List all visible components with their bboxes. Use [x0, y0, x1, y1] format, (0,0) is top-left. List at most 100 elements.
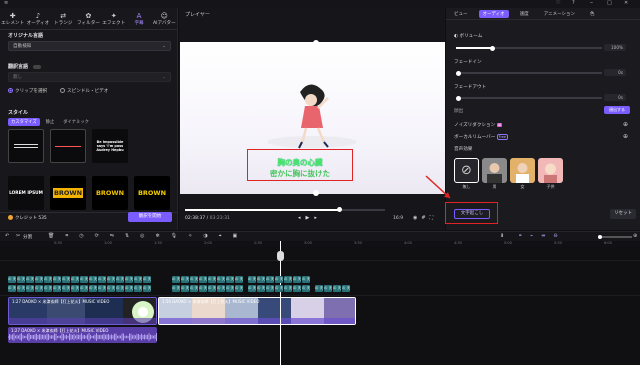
subtitle-segment[interactable]: の 天 胸 — [8, 285, 16, 292]
tab-elements[interactable]: ✚ エレメント — [0, 8, 25, 29]
canvas-handle-top[interactable] — [313, 40, 319, 46]
translation-toggle[interactable] — [32, 64, 41, 69]
style-tile-brown-1[interactable]: BROWN — [50, 176, 86, 210]
close-icon[interactable]: ✕ — [624, 0, 628, 6]
subtitle-segment[interactable]: の 天 胸 — [8, 276, 16, 283]
fade-in-value[interactable]: 0s — [604, 69, 626, 76]
playback-knob[interactable] — [336, 207, 342, 212]
style-tab-dynamic[interactable]: ダイナミック — [60, 118, 92, 126]
snap-icon[interactable]: ⌁ — [530, 233, 541, 239]
style-tile-lorem[interactable]: LOREM IPSUM — [8, 176, 44, 210]
subtitle-segment[interactable]: の 天 胸 — [235, 276, 243, 283]
flip-icon[interactable]: ⇋ — [110, 233, 125, 239]
volume-value[interactable]: 100% — [604, 44, 626, 51]
subtitle-segment[interactable]: の 天 胸 — [226, 285, 234, 292]
maximize-icon[interactable]: □ — [607, 0, 612, 6]
tab-animation[interactable]: アニメーション — [540, 10, 579, 18]
mirror-icon[interactable]: ⇅ — [125, 233, 140, 239]
subtitle-segment[interactable]: の 天 胸 — [293, 285, 301, 292]
subtitle-segment[interactable]: の 天 胸 — [89, 276, 97, 283]
style-tile-brown-2[interactable]: BROWN — [92, 176, 128, 210]
subtitle-segment[interactable]: の 天 胸 — [53, 285, 61, 292]
subtitle-segment[interactable]: の 天 胸 — [208, 285, 216, 292]
video-clip-1[interactable]: 1:27 DAOKO × 米津玄師【打上花火】MUSIC VIDEO — [8, 297, 157, 325]
subtitle-segment[interactable]: の 天 胸 — [266, 276, 274, 283]
subtitle-segment[interactable]: の 天 胸 — [248, 285, 256, 292]
subtitle-segment[interactable]: の 天 胸 — [98, 285, 106, 292]
next-frame-icon[interactable]: ▸ — [314, 215, 322, 221]
reset-button[interactable]: リセット — [610, 209, 636, 219]
subtitle-segment[interactable]: の 天 胸 — [116, 285, 124, 292]
style-tab-static[interactable]: 静止 — [43, 118, 58, 126]
slider-knob[interactable] — [490, 45, 495, 51]
subtitle-segment[interactable]: の 天 胸 — [44, 276, 52, 283]
fade-out-value[interactable]: 0s — [604, 94, 626, 101]
subtitle-segment[interactable]: の 天 胸 — [235, 285, 243, 292]
subtitle-segment[interactable]: の 天 胸 — [257, 276, 265, 283]
add-noise-icon[interactable]: ⊕ — [623, 121, 628, 128]
subtitle-segment[interactable]: の 天 胸 — [284, 285, 292, 292]
subtitle-segment[interactable]: の 天 胸 — [17, 285, 25, 292]
style-tab-custom[interactable]: カスタマイズ — [8, 118, 40, 126]
subtitle-segment[interactable]: の 天 胸 — [125, 285, 133, 292]
subtitle-segment[interactable]: の 天 胸 — [107, 276, 115, 283]
tab-filters[interactable]: ✿ フィルター — [76, 8, 101, 29]
tab-ai-avatar[interactable]: ☺ AIアバター — [152, 8, 177, 29]
subtitle-segment[interactable]: の 天 胸 — [302, 285, 310, 292]
split-icon[interactable]: ✂ — [16, 233, 20, 239]
freeze-icon[interactable]: ❄ — [156, 233, 171, 239]
undo-icon[interactable]: ↶ — [5, 233, 9, 239]
subtitle-segment[interactable]: の 天 胸 — [266, 285, 274, 292]
subtitle-segment[interactable]: の 天 胸 — [98, 276, 106, 283]
voice-female[interactable] — [510, 158, 535, 183]
tab-subtitles[interactable]: A 字幕 — [126, 8, 151, 29]
tab-audio-props[interactable]: オーディオ — [478, 9, 509, 18]
add-vocal-icon[interactable]: ⊕ — [623, 133, 628, 140]
subtitle-segment[interactable]: の 天 胸 — [190, 285, 198, 292]
color-icon[interactable]: ◑ — [203, 233, 218, 239]
subtitle-segment[interactable]: の 天 胸 — [89, 285, 97, 292]
ai-icon[interactable]: ✧ — [188, 233, 203, 239]
subtitle-segment[interactable]: の 天 胸 — [275, 285, 283, 292]
grid-icon[interactable]: # — [421, 215, 429, 221]
subtitle-segment[interactable]: の 天 胸 — [80, 276, 88, 283]
subtitle-segment[interactable]: の 天 胸 — [248, 276, 256, 283]
speed-icon[interactable]: ◷ — [79, 233, 94, 239]
ripple-icon[interactable]: ⇹ — [541, 233, 553, 239]
video-clip-2[interactable]: 1:56 DAOKO × 米津玄師【打上花火】MUSIC VIDEO — [158, 297, 356, 325]
style-tile-lines[interactable] — [50, 129, 86, 163]
radio-speed[interactable]: スピンドル・ビデオ — [60, 88, 108, 94]
zoom-knob[interactable] — [598, 234, 602, 239]
link-icon[interactable]: ⚭ — [518, 233, 530, 239]
subtitle-segment[interactable]: の 天 胸 — [284, 276, 292, 283]
original-language-select[interactable]: 自動検知 ⌄ — [8, 41, 171, 51]
slider-knob[interactable] — [456, 95, 461, 101]
voice-child[interactable] — [538, 158, 563, 183]
radio-clip[interactable]: クリップを選択 — [8, 88, 47, 94]
subtitle-segment[interactable]: の 天 胸 — [217, 276, 225, 283]
fade-out-slider[interactable] — [456, 95, 602, 101]
rotate-icon[interactable]: ⟳ — [95, 233, 110, 239]
chroma-icon[interactable]: ▣ — [233, 233, 249, 239]
voice-male[interactable] — [482, 158, 507, 183]
playback-progress[interactable] — [185, 209, 385, 211]
zoom-out-icon[interactable]: ⊖ — [553, 233, 565, 239]
subtitle-segment[interactable]: の 天 胸 — [116, 276, 124, 283]
crop-icon[interactable]: ⌗ — [65, 233, 79, 239]
subtitle-segment[interactable]: の 天 胸 — [26, 285, 34, 292]
tab-effects[interactable]: ✦ エフェクト — [101, 8, 126, 29]
fade-in-slider[interactable] — [456, 70, 602, 76]
subtitle-segment[interactable]: の 天 胸 — [125, 276, 133, 283]
subtitle-segment[interactable]: の 天 胸 — [333, 285, 341, 292]
mask-icon[interactable]: ◎ — [140, 233, 155, 239]
subtitle-segment[interactable]: の 天 胸 — [35, 276, 43, 283]
zoom-slider[interactable] — [598, 234, 632, 239]
subtitle-segment[interactable]: の 天 胸 — [324, 285, 332, 292]
marker-icon[interactable]: ⬇ — [500, 233, 504, 239]
zoom-in-icon[interactable]: ⊕ — [633, 233, 637, 239]
volume-slider[interactable] — [456, 45, 602, 51]
subtitle-segment[interactable]: の 天 胸 — [143, 285, 151, 292]
subtitle-segment[interactable]: の 天 胸 — [199, 276, 207, 283]
canvas-handle-bottom[interactable] — [313, 190, 319, 196]
fullscreen-icon[interactable]: ⛶ — [430, 215, 438, 221]
